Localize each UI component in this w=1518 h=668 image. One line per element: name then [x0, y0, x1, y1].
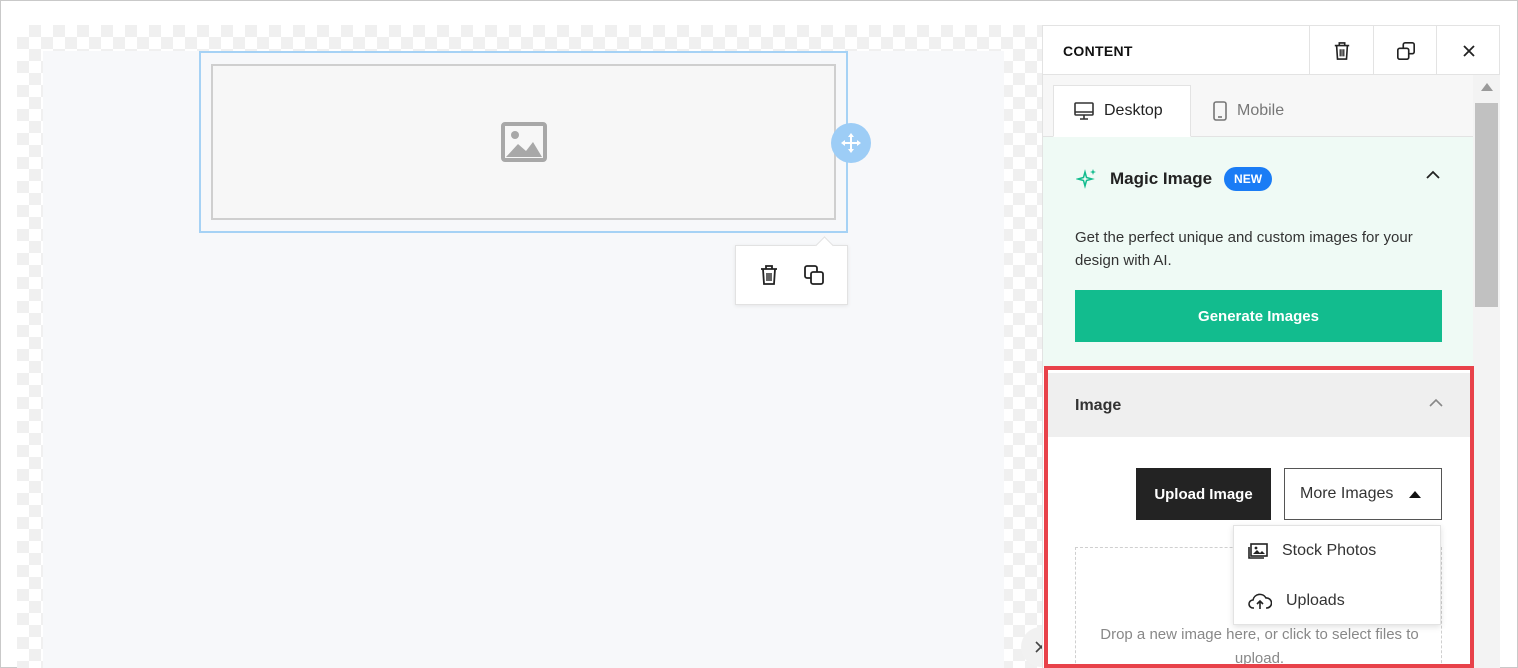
- new-badge: NEW: [1224, 167, 1273, 191]
- mobile-icon: [1213, 101, 1227, 121]
- block-toolbar: [735, 245, 848, 305]
- image-section-title: Image: [1075, 397, 1122, 414]
- magic-image-section: Magic Image NEW Get the perfect unique a…: [1043, 137, 1473, 367]
- tab-desktop[interactable]: Desktop: [1053, 85, 1191, 137]
- tab-mobile[interactable]: Mobile: [1193, 85, 1304, 137]
- close-icon: [1462, 45, 1475, 57]
- upload-image-button[interactable]: Upload Image: [1136, 468, 1271, 520]
- dropdown-item-uploads[interactable]: Uploads: [1234, 576, 1440, 626]
- close-panel-button[interactable]: [1436, 26, 1500, 76]
- duplicate-button[interactable]: [1373, 26, 1437, 76]
- panel-header: CONTENT: [1043, 25, 1500, 76]
- chevron-up-icon[interactable]: [1425, 169, 1441, 181]
- desktop-icon: [1074, 102, 1094, 120]
- generate-images-button[interactable]: Generate Images: [1075, 290, 1442, 342]
- image-section-header[interactable]: Image: [1048, 373, 1470, 437]
- image-placeholder[interactable]: [211, 64, 836, 220]
- tab-mobile-label: Mobile: [1237, 102, 1285, 119]
- chevron-up-icon[interactable]: [1428, 397, 1444, 409]
- panel-scrollbar[interactable]: [1473, 75, 1500, 668]
- caret-up-icon: [1409, 490, 1422, 498]
- more-images-button[interactable]: More Images: [1284, 468, 1442, 520]
- magic-image-description: Get the perfect unique and custom images…: [1075, 229, 1413, 269]
- trash-icon: [760, 265, 777, 285]
- duplicate-block-button[interactable]: [799, 260, 829, 290]
- move-handle[interactable]: [831, 123, 871, 163]
- move-icon: [841, 133, 861, 153]
- panel-title: CONTENT: [1063, 43, 1133, 59]
- trash-icon: [1334, 42, 1349, 60]
- cloud-upload-icon: [1248, 593, 1272, 609]
- stock-photos-label: Stock Photos: [1282, 542, 1377, 559]
- photo-icon: [1248, 543, 1268, 559]
- scroll-up-arrow-icon[interactable]: [1481, 83, 1493, 91]
- device-tabs: Desktop Mobile: [1043, 75, 1473, 137]
- magic-image-title: Magic Image: [1110, 169, 1213, 188]
- duplicate-icon: [1396, 42, 1415, 60]
- drop-zone-text: Drop a new image here, or click to selec…: [1100, 626, 1419, 667]
- sparkle-icon: [1076, 169, 1096, 189]
- image-placeholder-icon: [500, 122, 547, 162]
- more-images-label: More Images: [1300, 485, 1394, 502]
- duplicate-icon: [804, 265, 825, 285]
- selected-image-block[interactable]: [199, 51, 848, 233]
- tab-desktop-label: Desktop: [1104, 102, 1163, 119]
- magic-image-header[interactable]: Magic Image NEW: [1076, 167, 1273, 191]
- scrollbar-thumb[interactable]: [1475, 103, 1498, 307]
- delete-block-button[interactable]: [754, 260, 784, 290]
- delete-button[interactable]: [1309, 26, 1373, 76]
- uploads-label: Uploads: [1286, 592, 1345, 609]
- more-images-dropdown: Stock Photos Uploads: [1233, 525, 1441, 625]
- dropdown-item-stock-photos[interactable]: Stock Photos: [1234, 526, 1440, 576]
